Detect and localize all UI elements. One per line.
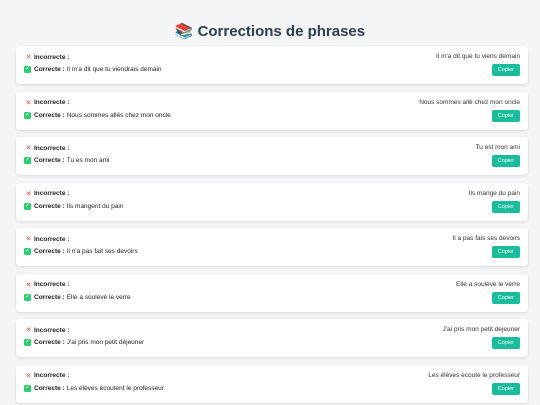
copy-button[interactable]: Copier [491,109,520,122]
correction-card: ✕ Incorrecte : J'ai pris mon petit dejeu… [16,319,528,357]
correct-sentence: Elle a soulevé le verre [66,293,131,301]
correct-label: Correcte : [34,111,65,119]
check-icon: ✓ [24,157,31,164]
cross-icon: ✕ [25,236,32,243]
incorrect-sentence: Il m'a dit que tu viens demain [436,53,520,60]
incorrect-label: Incorrecte : [34,326,70,334]
correct-row: ✓ Correcte : Nous sommes allés chez mon … [24,111,520,119]
cross-icon: ✕ [25,190,32,198]
correct-sentence: Les élèves écoutent le professeur [66,384,164,392]
page-header: 📚 Corrections de phrases [0,0,540,46]
correction-card: ✕ Incorrecte : Les élèves ecoute le prof… [16,364,528,403]
correction-card: ✕ Incorrecte : Il m'a dit que tu viens d… [16,46,528,84]
check-icon: ✓ [24,384,31,392]
correct-sentence: Il n'a pas fait ses devoirs [66,248,138,255]
incorrect-row: ✕ Incorrecte : [24,235,520,244]
cross-icon: ✕ [25,372,32,380]
incorrect-sentence: J'ai pris mon petit dejeuner [442,326,520,333]
incorrect-sentence: Il a pas fais ses devoirs [452,235,520,242]
cross-icon: ✕ [25,54,32,61]
incorrect-label: Incorrecte : [34,190,70,197]
incorrect-sentence: Les élèves ecoute le professeur [428,371,520,379]
copy-button[interactable]: Copier [491,337,520,349]
corrections-list: ✕ Incorrecte : Il m'a dit que tu viens d… [0,46,540,403]
cross-icon: ✕ [25,281,32,289]
correction-card: ✕ Incorrecte : Il a pas fais ses devoirs… [16,228,528,266]
correct-label: Correcte : [34,384,65,392]
correction-card: ✕ Incorrecte : Ils mange du pain ✓ Corre… [16,182,528,221]
books-icon: 📚 [174,23,194,40]
incorrect-row: ✕ Incorrecte : [24,144,520,153]
correction-card: ✕ Incorrecte : Elle a soulève le verre ✓… [16,273,528,312]
cross-icon: ✕ [25,327,32,334]
page-title: 📚 Corrections de phrases [174,22,366,41]
copy-button[interactable]: Copier [491,64,520,76]
incorrect-sentence: Elle a soulève le verre [456,280,520,288]
correct-label: Correcte : [34,248,65,255]
incorrect-label: Incorrecte : [34,372,70,379]
correct-label: Correcte : [34,293,65,301]
correct-label: Correcte : [34,202,65,210]
incorrect-sentence: Nous sommes allé chez mon oncle [419,98,520,106]
incorrect-row: ✕ Incorrecte : [24,190,520,198]
check-icon: ✓ [24,339,31,346]
check-icon: ✓ [24,293,31,301]
cross-icon: ✕ [25,145,32,152]
correct-sentence: J'ai pris mon petit déjeuner [66,339,145,346]
copy-button[interactable]: Copier [491,155,520,167]
incorrect-row: ✕ Incorrecte : [24,281,520,289]
correct-label: Correcte : [34,339,65,346]
correction-card: ✕ Incorrecte : Nous sommes allé chez mon… [16,91,528,130]
copy-button[interactable]: Copier [491,291,520,304]
correct-row: ✓ Correcte : J'ai pris mon petit déjeune… [24,339,520,346]
correct-row: ✓ Correcte : Tu es mon ami [24,157,520,164]
cross-icon: ✕ [25,99,32,107]
correction-card: ✕ Incorrecte : Tu est mon ami ✓ Correcte… [16,137,528,175]
incorrect-label: Incorrecte : [34,99,70,106]
check-icon: ✓ [24,66,31,73]
correct-row: ✓ Correcte : Ils mangent du pain [24,202,520,210]
check-icon: ✓ [24,202,31,210]
correct-label: Correcte : [34,66,65,73]
correct-sentence: Il m'a dit que tu viendrais demain [66,66,162,73]
incorrect-label: Incorrecte : [34,53,70,61]
incorrect-sentence: Tu est mon ami [475,144,520,151]
correct-sentence: Nous sommes allés chez mon oncle [66,111,171,119]
check-icon: ✓ [24,248,31,255]
correct-label: Correcte : [34,157,65,164]
correct-row: ✓ Correcte : Les élèves écoutent le prof… [24,384,520,392]
correct-row: ✓ Correcte : Il n'a pas fait ses devoirs [24,248,520,255]
correct-sentence: Ils mangent du pain [66,202,124,210]
correct-row: ✓ Correcte : Il m'a dit que tu viendrais… [24,66,520,73]
copy-button[interactable]: Copier [491,382,520,395]
correct-row: ✓ Correcte : Elle a soulevé le verre [24,293,520,301]
correct-sentence: Tu es mon ami [66,157,110,164]
incorrect-label: Incorrecte : [34,281,70,288]
incorrect-label: Incorrecte : [34,144,70,152]
incorrect-sentence: Ils mange du pain [468,189,520,197]
copy-button[interactable]: Copier [491,246,520,258]
page-title-text: Corrections de phrases [197,22,366,40]
copy-button[interactable]: Copier [491,200,520,213]
incorrect-label: Incorrecte : [34,235,70,243]
check-icon: ✓ [24,111,31,119]
